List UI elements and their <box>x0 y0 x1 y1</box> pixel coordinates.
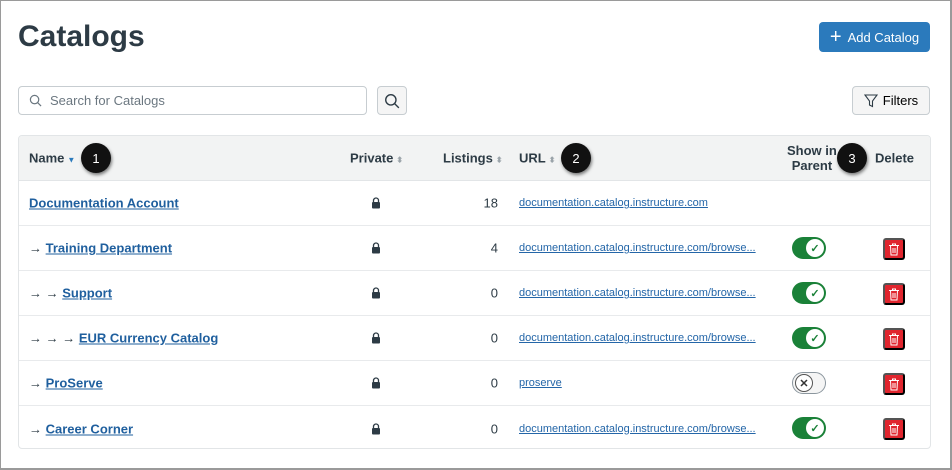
trash-icon <box>889 243 899 255</box>
search-button[interactable] <box>377 86 407 115</box>
catalog-name-link[interactable]: ProServe <box>46 376 103 391</box>
page-title: Catalogs <box>18 20 145 53</box>
catalog-name-link[interactable]: Training Department <box>46 241 172 256</box>
header-show-line1: Show in <box>787 143 837 158</box>
callout-2: 2 <box>561 143 591 173</box>
listings-count: 0 <box>490 421 498 436</box>
catalog-url-link[interactable]: proserve <box>519 377 562 389</box>
search-icon <box>29 94 42 107</box>
show-in-parent-toggle[interactable]: ✕ <box>792 372 826 394</box>
indent-arrows: → <box>29 240 42 256</box>
listings-count: 0 <box>490 330 498 346</box>
header-name[interactable]: Name ▼ <box>29 151 75 166</box>
sort-icon: ⬍ <box>548 155 556 165</box>
x-icon: ✕ <box>795 374 813 392</box>
indent-arrows: → <box>29 421 42 436</box>
catalog-name-link[interactable]: Support <box>62 286 112 301</box>
lock-icon <box>372 197 380 209</box>
trash-icon <box>889 423 899 435</box>
table-row: → Training Department 4 documentation.ca… <box>19 226 930 271</box>
catalog-url-link[interactable]: documentation.catalog.instructure.com <box>519 197 708 209</box>
filters-label: Filters <box>882 93 919 108</box>
check-icon: ✓ <box>806 239 824 257</box>
lock-icon <box>372 242 380 254</box>
show-in-parent-toggle[interactable]: ✓ <box>792 327 826 349</box>
header-listings-label: Listings <box>443 150 493 166</box>
table-header: Name ▼ 1 Private ⬍ Listings ⬍ URL ⬍ 2 Show i… <box>19 136 930 181</box>
filters-button[interactable]: Filters <box>852 86 930 115</box>
header-private-label: Private <box>350 150 394 166</box>
show-in-parent-toggle[interactable]: ✓ <box>792 417 826 439</box>
header-private[interactable]: Private ⬍ <box>350 151 403 166</box>
table-row: → Career Corner 0 documentation.catalog.… <box>19 406 930 448</box>
add-catalog-button[interactable]: + Add Catalog <box>819 22 930 52</box>
lock-icon <box>372 377 380 389</box>
lock-icon <box>372 422 380 434</box>
show-in-parent-toggle[interactable]: ✓ <box>792 237 826 259</box>
sort-icon: ⬍ <box>495 155 503 165</box>
sort-desc-icon: ▼ <box>67 155 76 165</box>
trash-icon <box>889 378 899 390</box>
listings-count: 0 <box>490 375 498 391</box>
table-row: → → Support 0 documentation.catalog.inst… <box>19 271 930 316</box>
delete-button[interactable] <box>883 238 905 260</box>
add-catalog-label: Add Catalog <box>847 29 920 45</box>
catalog-url-link[interactable]: documentation.catalog.instructure.com/br… <box>519 242 756 254</box>
table-row: Documentation Account 18 documentation.c… <box>19 181 930 226</box>
catalog-name-link[interactable]: EUR Currency Catalog <box>79 331 218 346</box>
trash-icon <box>889 288 899 300</box>
catalog-name-link[interactable]: Career Corner <box>46 421 133 436</box>
catalogs-table: Name ▼ 1 Private ⬍ Listings ⬍ URL ⬍ 2 Show i… <box>18 135 931 449</box>
listings-count: 18 <box>483 195 498 211</box>
show-in-parent-toggle[interactable]: ✓ <box>792 282 826 304</box>
callout-1: 1 <box>81 143 111 173</box>
filter-icon <box>863 93 878 107</box>
check-icon: ✓ <box>806 284 824 302</box>
table-row: → → → EUR Currency Catalog 0 documentati… <box>19 316 930 361</box>
header-show-line2: Parent <box>791 158 833 173</box>
indent-arrows: → → → <box>29 330 76 346</box>
delete-button[interactable] <box>883 418 905 440</box>
catalog-url-link[interactable]: documentation.catalog.instructure.com/br… <box>519 332 756 344</box>
callout-3: 3 <box>837 143 867 173</box>
delete-button[interactable] <box>883 328 905 350</box>
listings-count: 0 <box>490 285 498 301</box>
catalog-name-link[interactable]: Documentation Account <box>29 196 179 211</box>
header-url-label: URL <box>519 150 546 166</box>
search-icon <box>385 93 400 108</box>
header-listings[interactable]: Listings ⬍ <box>443 151 503 166</box>
check-icon: ✓ <box>806 419 824 437</box>
header-url[interactable]: URL ⬍ <box>519 151 555 166</box>
table-row: → ProServe 0 proserve ✕ <box>19 361 930 406</box>
delete-button[interactable] <box>883 283 905 305</box>
indent-arrows: → → <box>29 285 59 301</box>
sort-icon: ⬍ <box>396 155 404 165</box>
lock-icon <box>372 287 380 299</box>
delete-button[interactable] <box>883 373 905 395</box>
trash-icon <box>889 333 899 345</box>
catalog-url-link[interactable]: documentation.catalog.instructure.com/br… <box>519 287 756 299</box>
lock-icon <box>372 332 380 344</box>
header-show-in-parent: Show in Parent <box>787 143 837 173</box>
indent-arrows: → <box>29 375 42 391</box>
header-delete: Delete <box>875 150 915 166</box>
catalog-url-link[interactable]: documentation.catalog.instructure.com/br… <box>519 423 756 435</box>
check-icon: ✓ <box>806 329 824 347</box>
search-placeholder: Search for Catalogs <box>50 93 165 108</box>
search-input[interactable]: Search for Catalogs <box>18 86 367 115</box>
header-name-label: Name <box>29 150 65 166</box>
plus-icon: + <box>829 26 842 48</box>
listings-count: 4 <box>490 240 498 256</box>
